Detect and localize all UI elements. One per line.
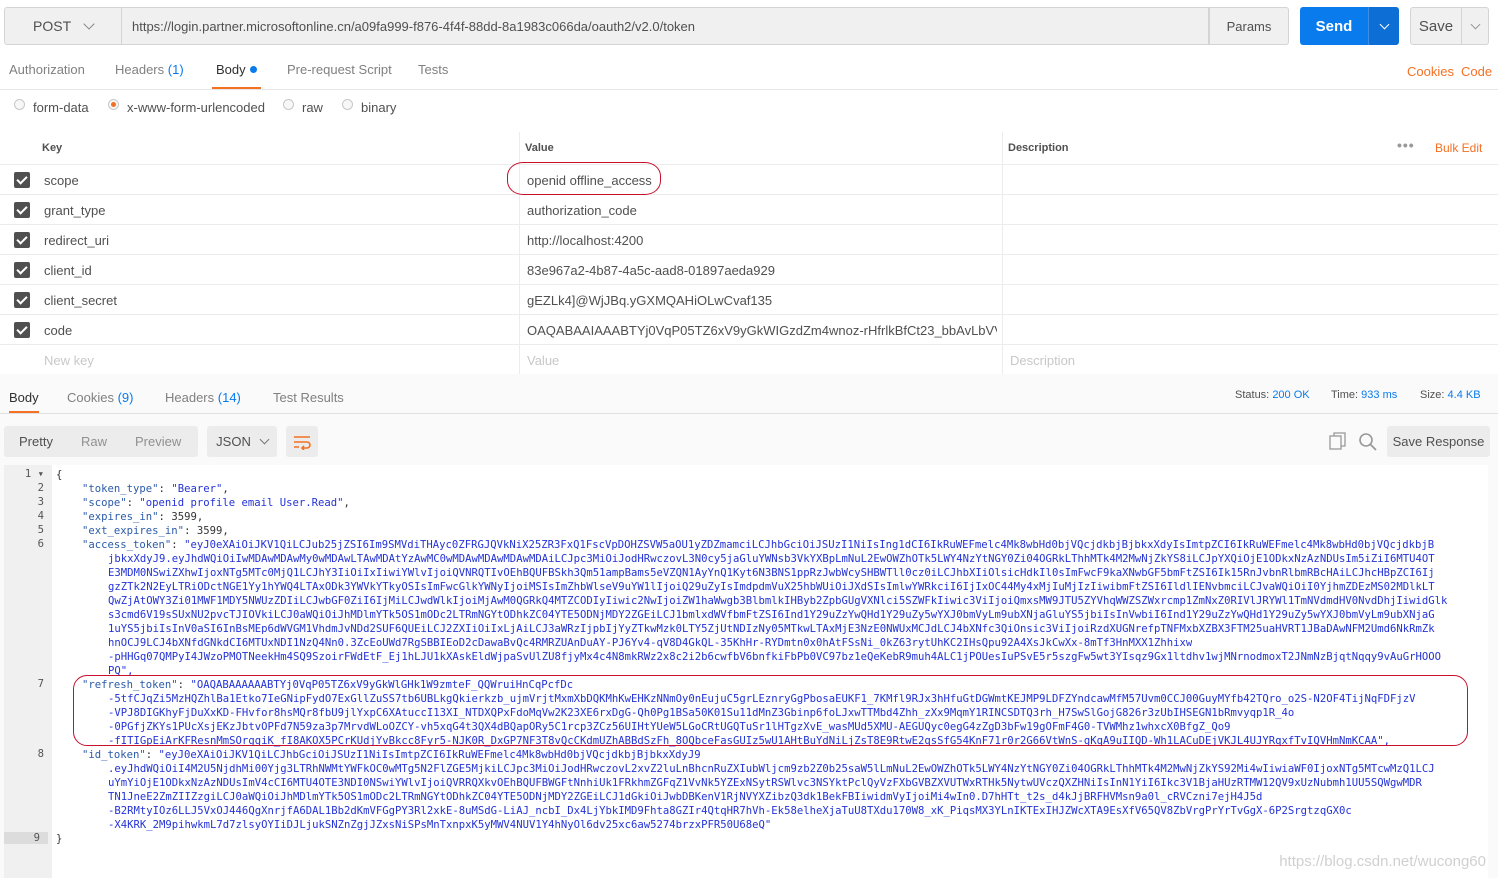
chevron-down-icon — [1379, 19, 1389, 29]
url-input[interactable]: https://login.partner.microsoftonline.cn… — [122, 7, 1209, 45]
highlight-annotation — [73, 675, 1468, 746]
line-number: 2 — [37, 482, 44, 494]
view-mode-selector: Pretty Raw Preview — [4, 426, 198, 457]
view-preview[interactable]: Preview — [135, 434, 181, 449]
view-pretty[interactable]: Pretty — [19, 434, 53, 449]
method-select[interactable]: POST — [4, 7, 122, 45]
wrap-lines-icon — [294, 435, 311, 450]
line-number: 6 — [37, 538, 44, 550]
table-row: grant_type authorization_code — [0, 194, 1498, 224]
chevron-down-icon — [1470, 19, 1480, 29]
line-number: 3 — [37, 496, 44, 508]
format-select[interactable]: JSON — [207, 426, 277, 457]
table-row: redirect_uri http://localhost:4200 — [0, 224, 1498, 254]
bulk-edit-link[interactable]: Bulk Edit — [1435, 141, 1482, 155]
params-table: Key Value Description ••• Bulk Edit scop… — [0, 132, 1498, 374]
line-number: 4 — [37, 510, 44, 522]
column-header-value: Value — [525, 142, 554, 154]
copy-icon[interactable] — [1329, 432, 1347, 453]
radio-circle-icon — [283, 99, 294, 110]
view-raw[interactable]: Raw — [81, 434, 107, 449]
checkbox-checked-icon[interactable] — [14, 292, 30, 308]
highlight-annotation — [507, 162, 661, 195]
method-label: POST — [33, 18, 72, 34]
params-button[interactable]: Params — [1209, 7, 1289, 45]
radio-selected-icon — [108, 99, 119, 110]
checkbox-checked-icon[interactable] — [14, 232, 30, 248]
tab-authorization[interactable]: Authorization — [9, 62, 85, 90]
time-readout: Time: 933 ms — [1331, 389, 1398, 401]
table-row: client_secret gEZLk4]@WjJBq.yGXMQAHiOLwCv… — [0, 284, 1498, 314]
line-number: 9 — [4, 832, 48, 844]
tab-body[interactable]: Body — [212, 62, 261, 90]
save-response-button[interactable]: Save Response — [1387, 426, 1490, 457]
table-row: code OAQABAAIAAABTYj0VqP05TZ6xV9yGkWIGzdZ… — [0, 314, 1498, 344]
new-description-input[interactable]: Description — [1010, 353, 1075, 368]
tab-tests[interactable]: Tests — [418, 62, 448, 90]
chevron-down-icon — [83, 18, 95, 30]
save-dropdown-button[interactable] — [1461, 7, 1489, 45]
table-row-new: New key Value Description — [0, 344, 1498, 374]
radio-binary[interactable]: binary — [342, 99, 396, 115]
watermark: https://blog.csdn.net/wucong60 — [1279, 853, 1486, 870]
radio-form-data[interactable]: form-data — [14, 99, 89, 115]
tab-response-body[interactable]: Body — [9, 390, 39, 414]
radio-x-www-form-urlencoded[interactable]: x-www-form-urlencoded — [108, 99, 265, 115]
checkbox-checked-icon[interactable] — [14, 262, 30, 278]
radio-circle-icon — [14, 99, 25, 110]
send-dropdown-button[interactable] — [1368, 7, 1399, 45]
send-button[interactable]: Send — [1300, 7, 1368, 45]
radio-raw[interactable]: raw — [283, 99, 323, 115]
line-number: 7 — [37, 678, 44, 690]
new-value-input[interactable]: Value — [527, 353, 559, 368]
modified-dot-icon — [249, 66, 257, 74]
tab-test-results[interactable]: Test Results — [273, 390, 344, 405]
checkbox-checked-icon[interactable] — [14, 202, 30, 218]
response-body-code[interactable]: { "token_type": "Bearer", "scope": "open… — [52, 465, 1488, 878]
line-number: 1 ▾ — [24, 468, 44, 480]
checkbox-checked-icon[interactable] — [14, 172, 30, 188]
code-link[interactable]: Code — [1461, 64, 1492, 79]
tab-response-headers[interactable]: Headers (14) — [165, 390, 241, 405]
tab-headers[interactable]: Headers (1) — [115, 62, 184, 90]
line-number: 5 — [37, 524, 44, 536]
wrap-lines-button[interactable] — [286, 426, 318, 457]
tab-response-cookies[interactable]: Cookies (9) — [67, 390, 133, 405]
table-row: scope openid offline_access — [0, 164, 1498, 194]
tab-pre-request-script[interactable]: Pre-request Script — [287, 62, 392, 90]
more-options-icon[interactable]: ••• — [1397, 137, 1415, 153]
table-row: client_id 83e967a2-4b87-4a5c-aad8-01897ae… — [0, 254, 1498, 284]
radio-circle-icon — [342, 99, 353, 110]
line-number-gutter: 1 ▾ 2 3 4 5 6 7 8 9 — [4, 465, 52, 878]
column-header-key: Key — [42, 142, 63, 154]
cookies-link[interactable]: Cookies — [1407, 64, 1454, 79]
checkbox-checked-icon[interactable] — [14, 322, 30, 338]
save-button[interactable]: Save — [1410, 7, 1462, 45]
new-key-input[interactable]: New key — [44, 353, 94, 368]
search-icon[interactable] — [1358, 432, 1377, 454]
chevron-down-icon — [259, 434, 270, 445]
column-header-description: Description — [1008, 142, 1069, 154]
line-number: 8 — [37, 748, 44, 760]
status-readout: Status: 200 OK — [1235, 389, 1310, 401]
size-readout: Size: 4.4 KB — [1420, 389, 1481, 401]
